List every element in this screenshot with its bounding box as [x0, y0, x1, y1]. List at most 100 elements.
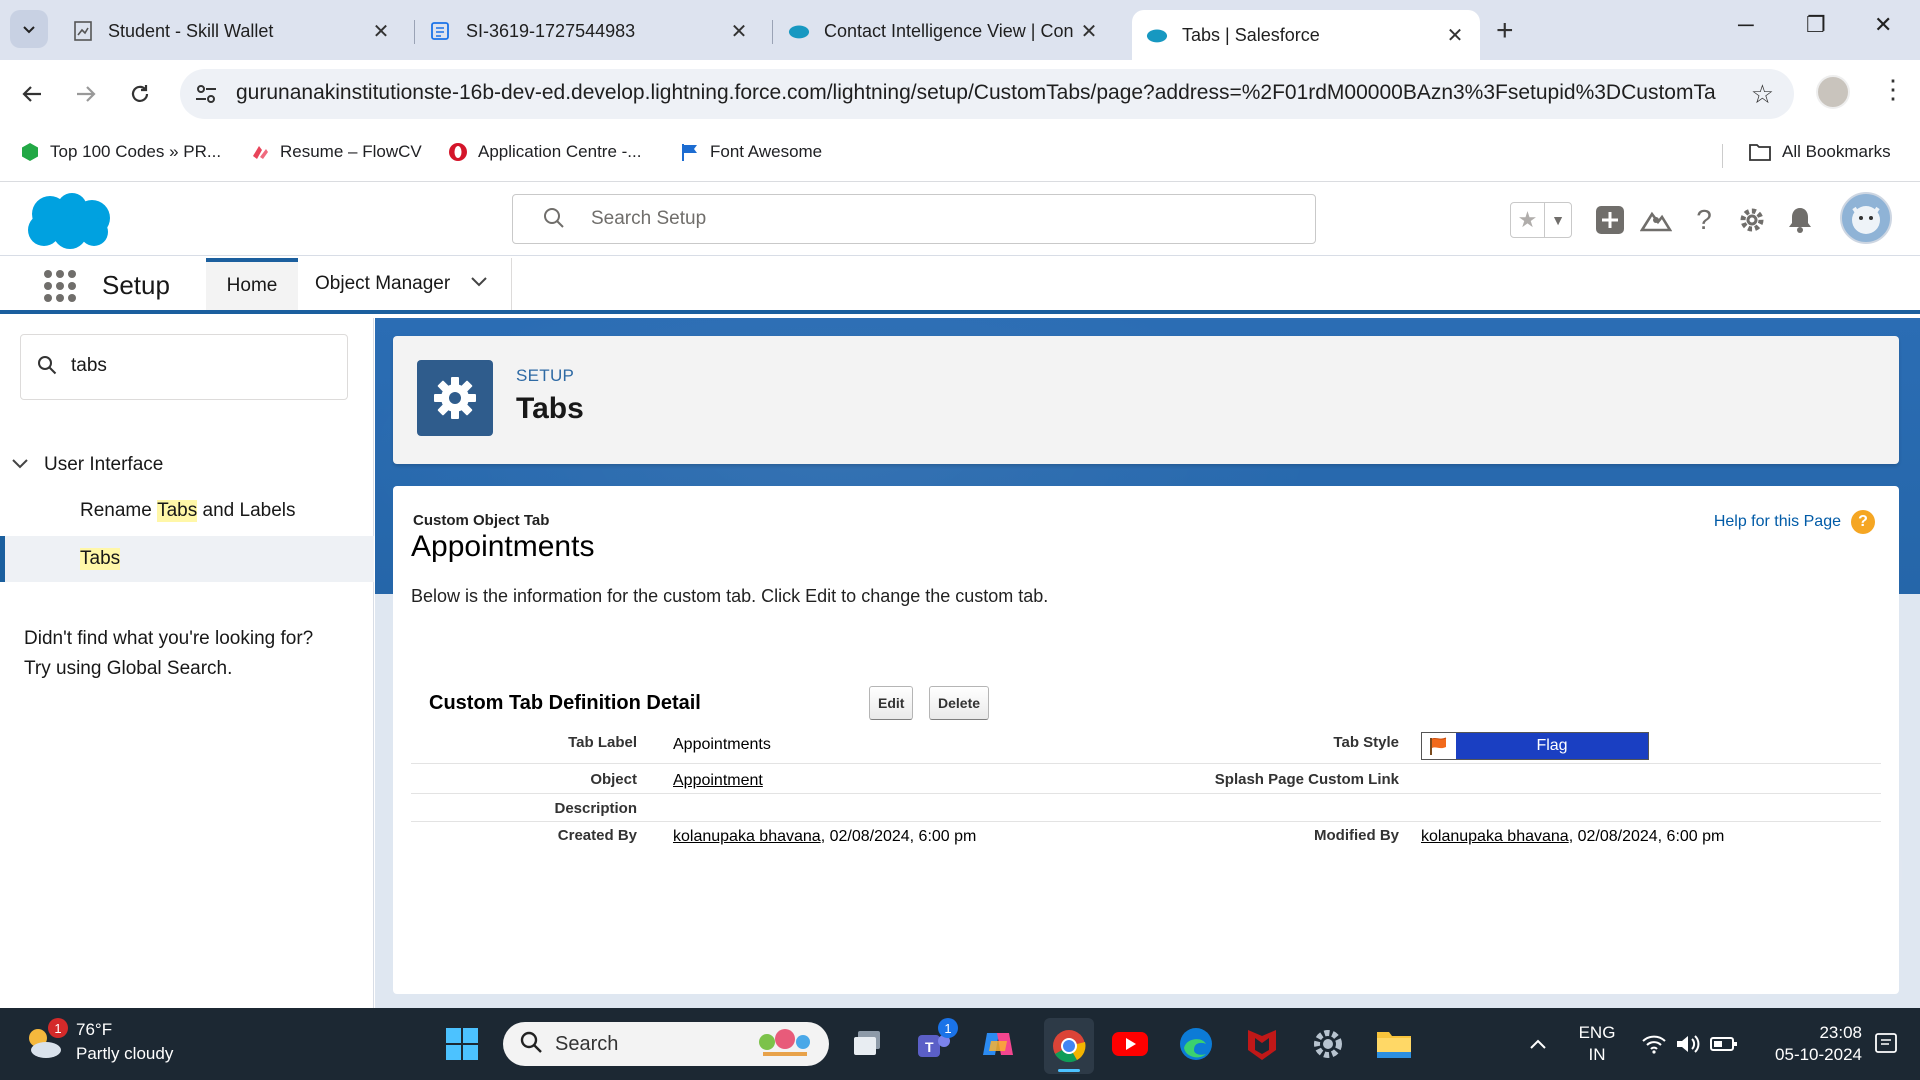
section-title: Custom Tab Definition Detail	[429, 692, 701, 714]
close-icon[interactable]: ✕	[1444, 23, 1466, 48]
site-settings-icon[interactable]	[194, 82, 218, 106]
profile-avatar[interactable]	[1816, 75, 1850, 109]
notification-icon[interactable]	[1866, 1024, 1906, 1064]
object-link[interactable]: Appointment	[673, 772, 763, 790]
chrome-icon[interactable]	[1044, 1018, 1094, 1074]
caret-down-icon[interactable]: ▼	[1545, 203, 1571, 237]
trailhead-icon[interactable]	[1638, 202, 1674, 238]
user-avatar[interactable]	[1840, 192, 1892, 244]
delete-button[interactable]: Delete	[929, 686, 990, 720]
bookmark-application-centre[interactable]: Application Centre -...	[448, 142, 641, 162]
windows-start-icon[interactable]	[442, 1024, 482, 1064]
tab-separator	[414, 20, 415, 44]
bookmark-star-icon[interactable]: ☆	[1751, 79, 1774, 110]
gear-icon[interactable]	[1734, 202, 1770, 238]
browser-tab-tabs-salesforce[interactable]: Tabs | Salesforce ✕	[1132, 10, 1480, 60]
browser-toolbar: gurunanakinstitutionste-16b-dev-ed.devel…	[0, 60, 1920, 130]
tree-group-user-interface[interactable]: User Interface	[12, 454, 163, 476]
modified-by-user-link[interactable]: kolanupaka bhavana	[1421, 828, 1569, 845]
tab-title: SI-3619-1727544983	[466, 20, 636, 41]
search-highlight-balloons-icon	[759, 1029, 810, 1056]
browser-tab-skill-wallet[interactable]: Student - Skill Wallet ✕	[58, 10, 406, 52]
more-menu-icon[interactable]: ⋮	[1880, 74, 1906, 105]
teams-badge: 1	[938, 1018, 958, 1038]
back-button[interactable]	[14, 76, 50, 112]
created-by-user-link[interactable]: kolanupaka bhavana	[673, 828, 821, 845]
bookmark-label: Top 100 Codes » PR...	[50, 142, 222, 161]
detail-row-audit: Created By kolanupaka bhavana, 02/08/202…	[411, 822, 1881, 854]
document-icon	[72, 20, 94, 42]
address-bar[interactable]: gurunanakinstitutionste-16b-dev-ed.devel…	[180, 69, 1794, 119]
search-placeholder: Search Setup	[591, 208, 707, 229]
all-bookmarks[interactable]: All Bookmarks	[1748, 142, 1891, 162]
minimize-button[interactable]: ─	[1738, 12, 1754, 38]
file-explorer-icon[interactable]	[1374, 1024, 1414, 1064]
quick-find-value: tabs	[71, 355, 107, 376]
youtube-icon[interactable]	[1110, 1024, 1150, 1064]
folder-icon	[1749, 144, 1771, 161]
browser-tab-si[interactable]: SI-3619-1727544983 ✕	[416, 10, 764, 52]
tab-search-button[interactable]	[10, 10, 48, 48]
close-icon[interactable]: ✕	[728, 19, 750, 44]
favorites-button-group[interactable]: ★ ▼	[1510, 202, 1572, 238]
weather-widget[interactable]: 1 76°F Partly cloudy	[22, 1018, 173, 1066]
flag-icon	[682, 144, 697, 161]
mcafee-icon[interactable]	[1242, 1024, 1282, 1064]
restore-button[interactable]: ❐	[1806, 12, 1826, 38]
close-window-button[interactable]: ✕	[1874, 12, 1892, 38]
help-for-this-page-link[interactable]: Help for this Page ?	[1714, 510, 1875, 534]
weather-desc: Partly cloudy	[76, 1044, 174, 1063]
battery-icon[interactable]	[1704, 1024, 1744, 1064]
bookmark-font-awesome[interactable]: Font Awesome	[680, 142, 822, 162]
tree-item-rename-tabs-and-labels[interactable]: Rename Tabs and Labels	[0, 488, 374, 534]
edit-button[interactable]: Edit	[869, 686, 914, 720]
teams-icon[interactable]: T 1	[914, 1018, 958, 1064]
field-label-created-by: Created By	[557, 827, 637, 844]
taskbar-search[interactable]: Search	[503, 1022, 829, 1066]
modified-by-date: , 02/08/2024, 6:00 pm	[1568, 828, 1725, 845]
bookmark-top-100-codes[interactable]: Top 100 Codes » PR...	[20, 142, 221, 162]
url-text[interactable]: gurunanakinstitutionste-16b-dev-ed.devel…	[236, 81, 1716, 105]
reload-button[interactable]	[122, 76, 158, 112]
salesforce-cloud-icon	[1146, 24, 1168, 46]
opera-icon	[449, 143, 467, 161]
tree-item-tabs[interactable]: Tabs	[0, 536, 374, 582]
help-link-label: Help for this Page	[1713, 513, 1841, 530]
task-view-icon[interactable]	[848, 1024, 888, 1064]
forward-button[interactable]	[68, 76, 104, 112]
settings-gear-icon[interactable]	[1308, 1024, 1348, 1064]
bookmark-label: Resume – FlowCV	[280, 142, 422, 161]
global-actions-icon[interactable]	[1592, 202, 1628, 238]
help-line: Didn't find what you're looking for?	[24, 628, 314, 649]
nav-tab-object-manager[interactable]: Object Manager	[298, 258, 512, 310]
clock[interactable]: 23:08 05-10-2024	[1746, 1022, 1862, 1066]
quick-find-input[interactable]: tabs	[20, 334, 348, 400]
close-icon[interactable]: ✕	[370, 19, 392, 44]
language-code: ENG	[1578, 1023, 1616, 1042]
bookmark-flowcv[interactable]: Resume – FlowCV	[250, 142, 422, 162]
chevron-down-icon	[12, 456, 28, 474]
bell-icon[interactable]	[1782, 202, 1818, 238]
app-launcher-icon[interactable]	[44, 270, 76, 302]
volume-icon[interactable]	[1668, 1024, 1708, 1064]
edge-icon[interactable]	[1176, 1024, 1216, 1064]
chevron-down-icon[interactable]	[470, 275, 488, 293]
help-icon[interactable]: ?	[1686, 202, 1722, 238]
flag-icon	[1422, 733, 1456, 759]
nav-tab-home[interactable]: Home	[206, 258, 298, 310]
field-label-modified-by: Modified By	[1314, 827, 1399, 844]
new-tab-button[interactable]: +	[1496, 14, 1514, 48]
chevron-up-icon[interactable]	[1518, 1024, 1558, 1064]
star-icon[interactable]: ★	[1511, 203, 1545, 237]
search-highlight: Tabs	[80, 548, 121, 570]
browser-tab-contact-intelligence[interactable]: Contact Intelligence View | Con ✕	[774, 10, 1114, 52]
created-by-date: , 02/08/2024, 6:00 pm	[820, 828, 977, 845]
close-icon[interactable]: ✕	[1078, 19, 1100, 44]
copilot-icon[interactable]	[978, 1024, 1018, 1064]
detail-row-tab-label: Tab Label Appointments Tab Style Flag	[411, 726, 1881, 764]
search-setup-input[interactable]: Search Setup	[512, 194, 1316, 244]
arrow-left-icon	[22, 86, 41, 102]
search-highlight: Tabs	[157, 500, 198, 522]
salesforce-logo[interactable]	[22, 190, 114, 252]
language-indicator[interactable]: ENG IN	[1572, 1022, 1622, 1066]
